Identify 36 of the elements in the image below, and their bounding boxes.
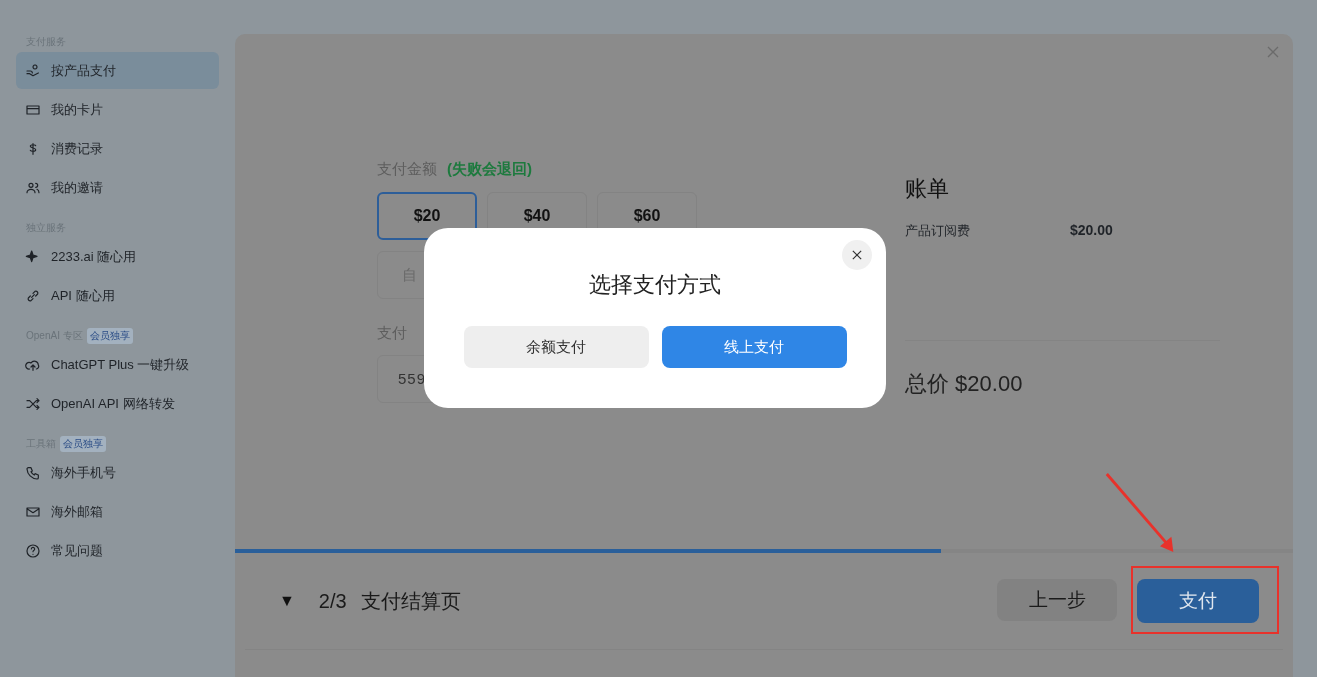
step-counter: 2/3: [318, 589, 347, 613]
bill-item-name: 产品订阅费: [905, 222, 971, 240]
shuffle-icon: [25, 395, 41, 412]
sidebar-item[interactable]: 海外邮箱: [16, 493, 219, 530]
dialog-title: 选择支付方式: [589, 271, 721, 299]
sidebar-item[interactable]: ChatGPT Plus 一键升级: [16, 346, 219, 383]
amount-option[interactable]: $20: [377, 192, 477, 240]
sidebar-item[interactable]: 消费记录: [16, 130, 219, 167]
close-button[interactable]: [842, 240, 872, 270]
sidebar-item[interactable]: 2233.ai 随心用: [16, 238, 219, 275]
member-badge: 会员独享: [60, 436, 106, 452]
refund-note: (失败会退回): [447, 159, 532, 179]
bill-item-amount: $20.00: [1070, 222, 1113, 240]
bill-title: 账单: [905, 175, 950, 203]
collapse-toggle[interactable]: ▼: [279, 592, 295, 610]
help-icon: [25, 542, 41, 559]
coin-hand-icon: [25, 62, 41, 79]
link-icon: [25, 287, 41, 304]
total-price: 总价 $20.00: [905, 370, 1024, 398]
back-button[interactable]: 上一步: [997, 579, 1117, 621]
sidebar-item[interactable]: 我的邀请: [16, 169, 219, 206]
sparkle-icon: [25, 248, 41, 265]
sidebar-item[interactable]: 常见问题: [16, 532, 219, 569]
pay-button[interactable]: 支付: [1137, 579, 1259, 623]
payment-option[interactable]: 余额支付: [463, 326, 649, 368]
close-icon[interactable]: [1267, 46, 1279, 58]
payment-option[interactable]: 线上支付: [661, 326, 847, 368]
close-icon: [852, 250, 862, 260]
phone-icon: [25, 464, 41, 481]
sidebar-item[interactable]: 按产品支付: [16, 52, 219, 89]
step-title: 支付结算页: [360, 588, 461, 614]
sidebar-item[interactable]: OpenAI API 网络转发: [16, 385, 219, 422]
sidebar-item[interactable]: 我的卡片: [16, 91, 219, 128]
member-badge: 会员独享: [86, 328, 133, 344]
sidebar-item[interactable]: 海外手机号: [16, 454, 219, 491]
sidebar-item[interactable]: API 随心用: [16, 277, 219, 314]
